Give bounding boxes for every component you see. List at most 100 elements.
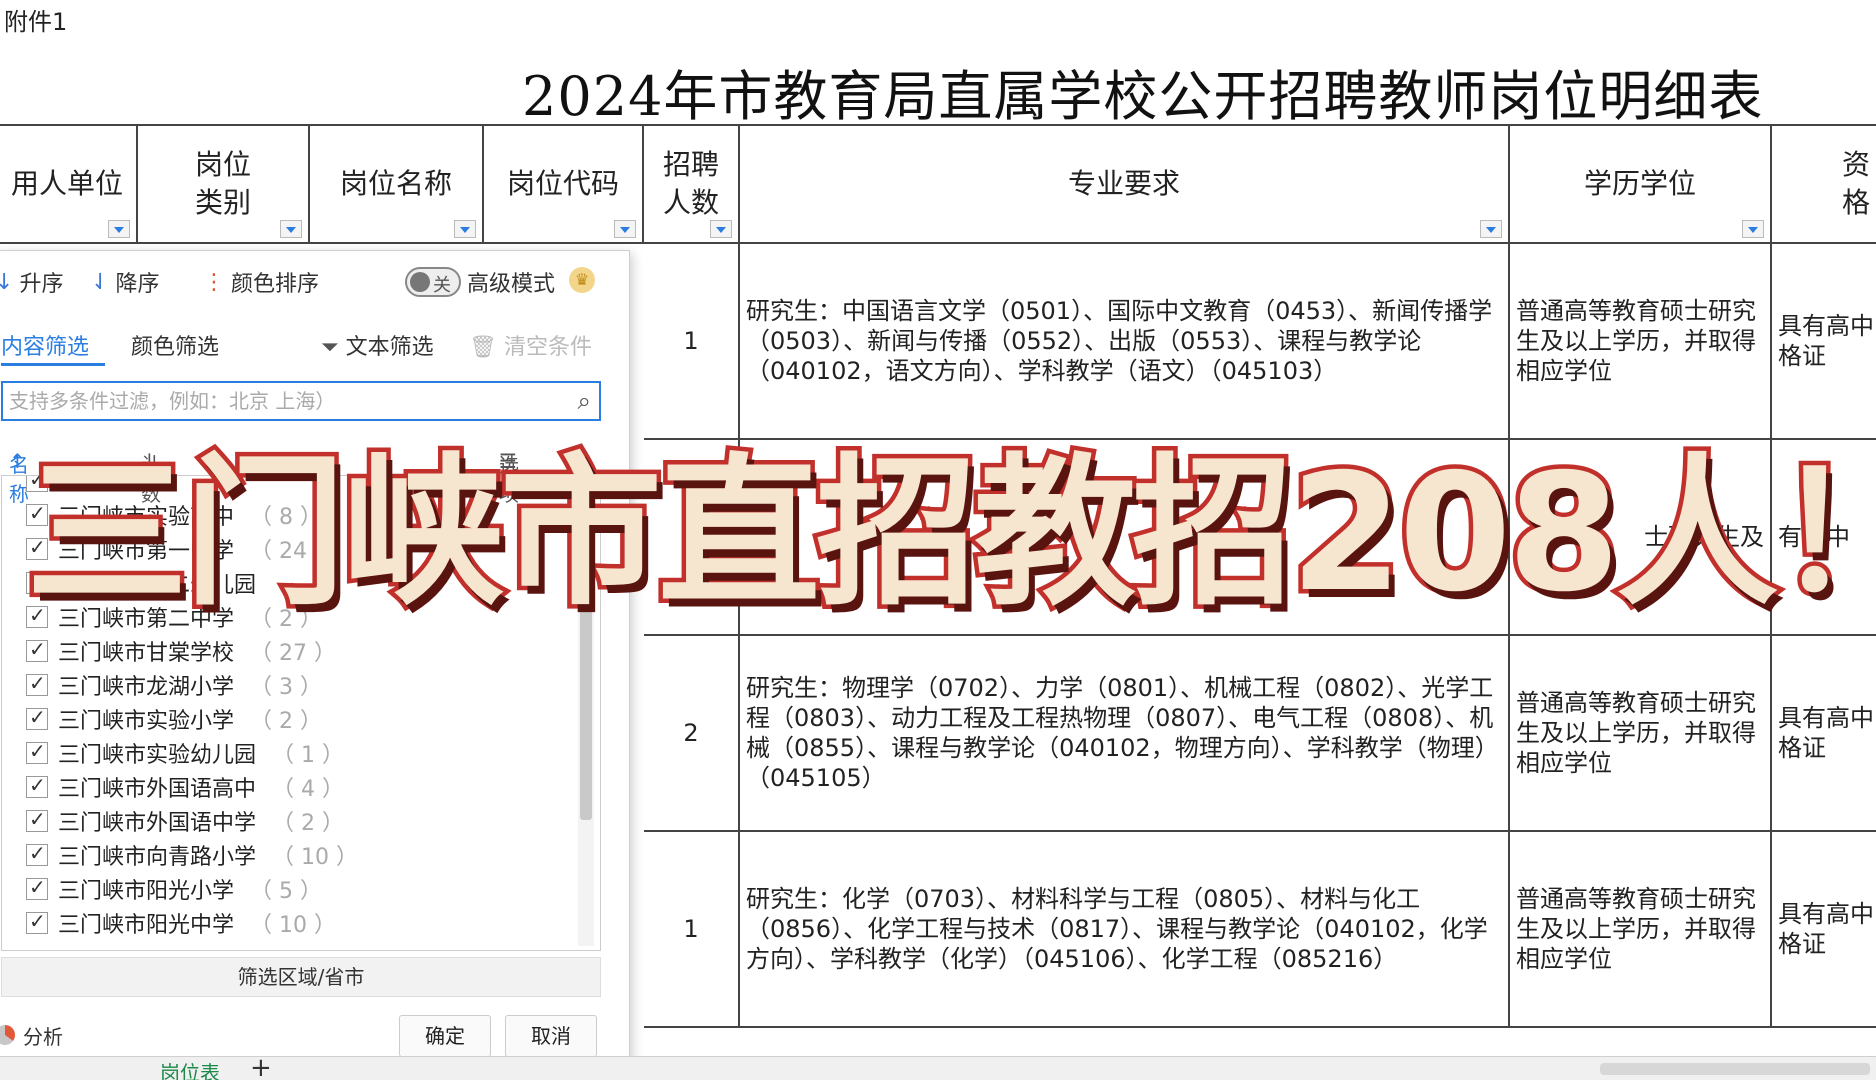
- checkbox[interactable]: [26, 637, 48, 662]
- row1-degree[interactable]: 普通高等教育硕士研究生及以上学历，并取得相应学位: [1510, 244, 1772, 440]
- header-qualification[interactable]: 资格: [1772, 124, 1876, 244]
- list-item[interactable]: 三门峡市向青路小学 （ 10 ）: [2, 838, 572, 872]
- arrow-up-icon: ↑: [9, 449, 26, 473]
- list-item-name: 三门峡市阳光中学: [58, 913, 235, 938]
- checkbox[interactable]: [26, 773, 48, 798]
- header-category-line1: 岗位: [194, 148, 251, 181]
- clear-filter-button[interactable]: 🗑 清空条件: [469, 329, 592, 361]
- row4-major[interactable]: 研究生：化学（0703）、材料科学与工程（0805）、材料与化工（0856）、化…: [740, 832, 1510, 1028]
- filter-dropdown-icon[interactable]: [454, 220, 476, 238]
- list-item[interactable]: 三门峡市外国语高中 （ 4 ）: [2, 770, 572, 804]
- list-item-name: 三门峡市甘棠学校: [58, 641, 235, 666]
- clear-filter-label: 清空条件: [503, 335, 592, 360]
- cancel-button[interactable]: 取消: [505, 1015, 597, 1057]
- list-item-count: （ 2 ）: [272, 811, 344, 836]
- horizontal-scrollbar[interactable]: [1600, 1063, 1870, 1075]
- filter-search-box[interactable]: ⌕: [1, 381, 601, 421]
- checkbox[interactable]: [26, 909, 48, 934]
- header-qualification-label: 资格: [1841, 148, 1870, 219]
- sort-desc-icon: ⇃: [91, 269, 110, 295]
- row3-degree[interactable]: 普通高等教育硕士研究生及以上学历，并取得相应学位: [1510, 636, 1772, 832]
- filter-tabs: 内容筛选 颜色筛选 ⏷ 文本筛选 🗑 清空条件: [0, 323, 631, 367]
- header-degree-label: 学历学位: [1583, 167, 1696, 200]
- sort-desc-label: 降序: [115, 272, 160, 297]
- region-filter-button[interactable]: 筛选区域/省市: [1, 957, 601, 997]
- checkbox[interactable]: [26, 841, 48, 866]
- list-item-count: （ 5 ）: [250, 879, 322, 904]
- crown-icon: ♛: [569, 267, 595, 293]
- advanced-mode-label: 高级模式: [467, 272, 556, 297]
- checkbox[interactable]: [26, 671, 48, 696]
- toggle-state-label: 关: [433, 275, 451, 296]
- header-employer[interactable]: 用人单位: [0, 124, 138, 244]
- list-item[interactable]: 三门峡市阳光小学 （ 5 ）: [2, 872, 572, 906]
- list-item-name: 三门峡市实验幼儿园: [58, 743, 257, 768]
- checkbox[interactable]: [26, 739, 48, 764]
- tab-color-filter[interactable]: 颜色筛选: [131, 329, 219, 361]
- add-sheet-button[interactable]: +: [250, 1053, 272, 1080]
- color-sort-button[interactable]: ⋮ 颜色排序: [203, 265, 319, 299]
- active-tab-indicator: [1, 363, 105, 366]
- filter-search-input[interactable]: [3, 383, 563, 419]
- list-item-count: （ 3 ）: [250, 675, 322, 700]
- color-sort-label: 颜色排序: [231, 272, 320, 297]
- pie-chart-icon: [0, 1025, 15, 1045]
- header-position-name-label: 岗位名称: [339, 167, 452, 200]
- sort-asc-icon: ↓: [0, 269, 14, 295]
- row1-qualification[interactable]: 具有高中格证: [1772, 244, 1876, 440]
- search-icon[interactable]: ⌕: [578, 387, 591, 415]
- row1-major[interactable]: 研究生：中国语言文学（0501）、国际中文教育（0453）、新闻传播学（0503…: [740, 244, 1510, 440]
- list-item-name: 三门峡市外国语中学: [58, 811, 257, 836]
- list-item[interactable]: 三门峡市龙湖小学 （ 3 ）: [2, 668, 572, 702]
- header-major[interactable]: 专业要求: [740, 124, 1510, 244]
- trash-icon: 🗑: [469, 335, 497, 360]
- analysis-button[interactable]: 分析: [0, 1015, 63, 1055]
- filter-dropdown-icon[interactable]: [108, 220, 130, 238]
- sort-asc-button[interactable]: ↓ 升序: [0, 265, 63, 299]
- list-item-count: （ 4 ）: [272, 777, 344, 802]
- header-position-code-label: 岗位代码: [506, 167, 619, 200]
- row4-qualification[interactable]: 具有高中格证: [1772, 832, 1876, 1028]
- filter-dropdown-icon[interactable]: [1480, 220, 1502, 238]
- text-filter-button[interactable]: ⏷ 文本筛选: [321, 329, 434, 361]
- list-item[interactable]: 三门峡市实验幼儿园 （ 1 ）: [2, 736, 572, 770]
- row4-degree[interactable]: 普通高等教育硕士研究生及以上学历，并取得相应学位: [1510, 832, 1772, 1028]
- header-degree[interactable]: 学历学位: [1510, 124, 1772, 244]
- filter-dropdown-icon[interactable]: [1742, 220, 1764, 238]
- filter-dropdown-icon[interactable]: [710, 220, 732, 238]
- tab-content-filter[interactable]: 内容筛选: [1, 329, 89, 361]
- header-position-name[interactable]: 岗位名称: [310, 124, 484, 244]
- attachment-label: 附件1: [4, 8, 68, 36]
- filter-dropdown-icon[interactable]: [280, 220, 302, 238]
- sheet-tab-positions[interactable]: 岗位表: [150, 1057, 230, 1080]
- header-category[interactable]: 岗位 类别: [138, 124, 310, 244]
- list-item[interactable]: 三门峡市外国语中学 （ 2 ）: [2, 804, 572, 838]
- list-item-count: （ 27 ）: [250, 641, 336, 666]
- header-employer-label: 用人单位: [10, 167, 123, 200]
- list-item[interactable]: 三门峡市阳光中学 （ 10 ）: [2, 906, 572, 940]
- row4-count[interactable]: 1: [644, 832, 740, 1028]
- header-position-code[interactable]: 岗位代码: [484, 124, 644, 244]
- checkbox[interactable]: [26, 807, 48, 832]
- list-item[interactable]: 三门峡市实验小学 （ 2 ）: [2, 702, 572, 736]
- header-recruit-count[interactable]: 招聘 人数: [644, 124, 740, 244]
- header-major-label: 专业要求: [1067, 167, 1180, 200]
- list-item[interactable]: 三门峡市甘棠学校 （ 27 ）: [2, 634, 572, 668]
- list-item-count: （ 10 ）: [272, 845, 358, 870]
- funnel-icon: ⏷: [321, 335, 339, 360]
- advanced-mode-toggle[interactable]: 关: [405, 267, 461, 297]
- row3-major[interactable]: 研究生：物理学（0702）、力学（0801）、机械工程（0802）、光学工程（0…: [740, 636, 1510, 832]
- filter-dropdown-icon[interactable]: [614, 220, 636, 238]
- list-item-name: 三门峡市向青路小学: [58, 845, 257, 870]
- checkbox[interactable]: [26, 705, 48, 730]
- sort-desc-button[interactable]: ⇃ 降序: [91, 265, 159, 299]
- document-title: 2024年市教育局直属学校公开招聘教师岗位明细表: [522, 65, 1764, 128]
- sort-asc-label: 升序: [19, 272, 64, 297]
- ok-button[interactable]: 确定: [399, 1015, 491, 1057]
- checkbox[interactable]: [26, 875, 48, 900]
- row1-count[interactable]: 1: [644, 244, 740, 440]
- header-category-line2: 类别: [194, 186, 251, 219]
- sheet-tab-bar: 岗位表 +: [0, 1053, 1876, 1080]
- row3-count[interactable]: 2: [644, 636, 740, 832]
- row3-qualification[interactable]: 具有高中格证: [1772, 636, 1876, 832]
